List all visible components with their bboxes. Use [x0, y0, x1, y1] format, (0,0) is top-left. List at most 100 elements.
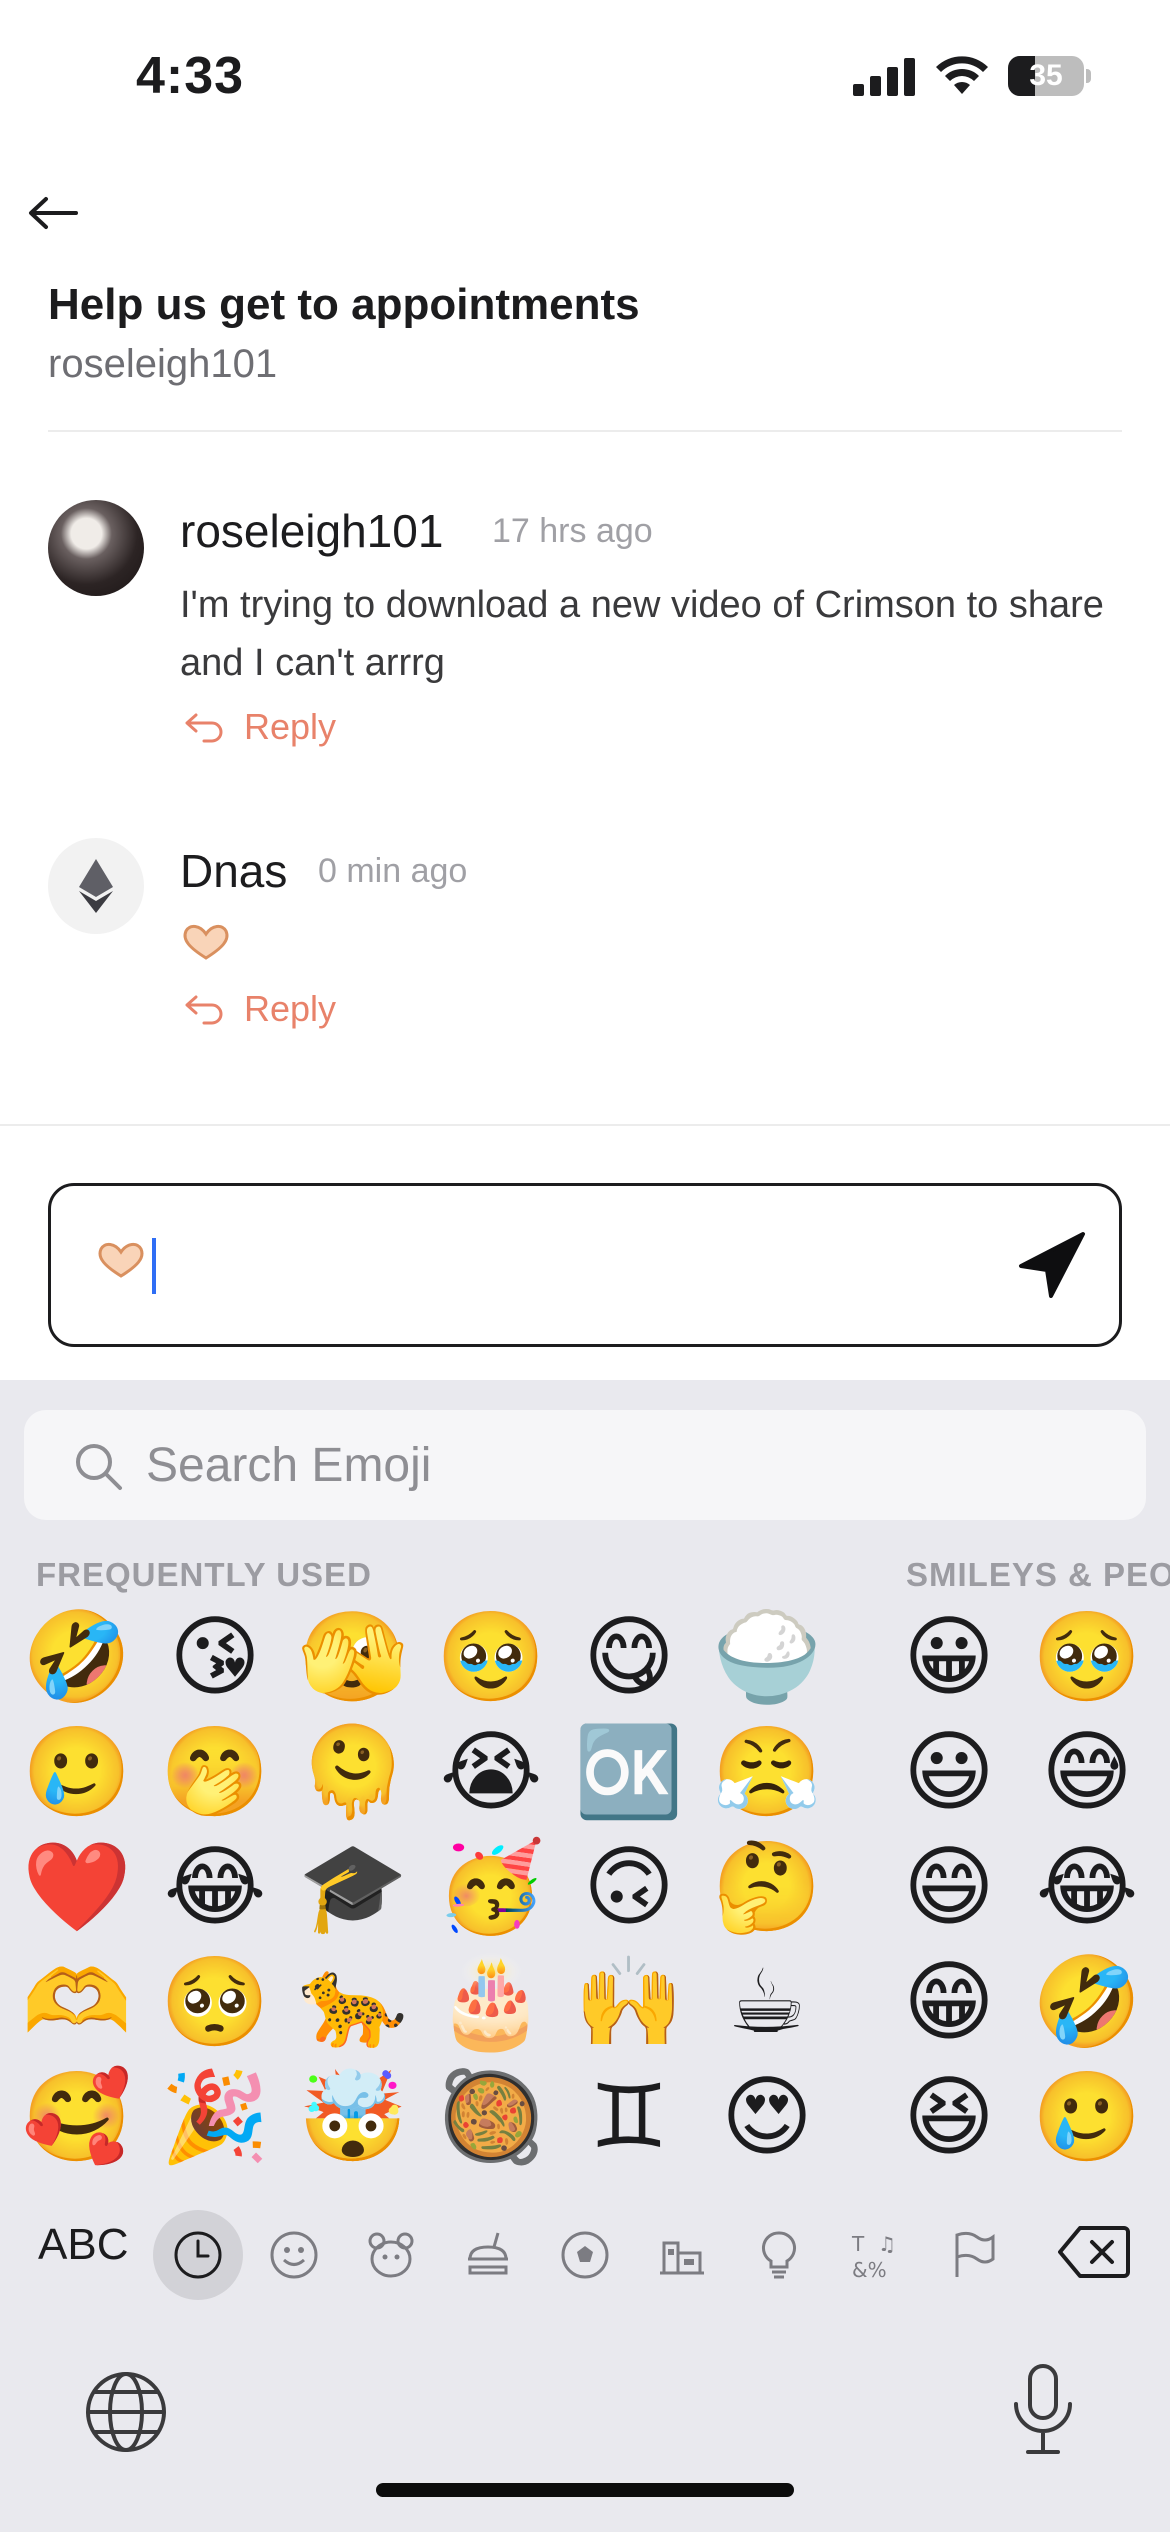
emoji-key[interactable]: 🥳 [436, 1832, 546, 1942]
cellular-signal-icon [853, 58, 915, 96]
text-caret [152, 1238, 156, 1294]
emoji-key[interactable]: 😂 [160, 1832, 270, 1942]
tab-recent[interactable] [153, 2210, 243, 2300]
emoji-grid: 🤣 😘 🫣 🥹 😋 🍚 🥲 🤭 🫠 😭 🆗 😤 ❤️ 😂 🎓 🥳 🙃 🤔 🫶 🥺 🐆 🎂 🙌 ☕ 🥰 🎉 🤯 🥘 ♊ 😍 😀 🥹 😃 😅 😄 😂 😁 🤣 😆… [0, 1602, 1170, 2182]
reply-button[interactable]: Reply [184, 706, 336, 748]
emoji-key[interactable]: 🥹 [1032, 1602, 1142, 1712]
comment-author[interactable]: Dnas [180, 844, 287, 898]
emoji-key[interactable]: 😋 [574, 1602, 684, 1712]
emoji-key[interactable]: 🫶 [22, 1947, 132, 2057]
tab-objects[interactable] [746, 2222, 812, 2288]
emoji-key[interactable]: 🤯 [298, 2062, 408, 2172]
emoji-key[interactable]: 😄 [894, 1832, 1004, 1942]
emoji-key[interactable]: 🎉 [160, 2062, 270, 2172]
post-title: Help us get to appointments [48, 280, 640, 329]
heart-hands-emoji [183, 925, 229, 960]
animal-icon [368, 2232, 414, 2278]
heart-hands-emoji [98, 1243, 144, 1278]
comment-timestamp: 0 min ago [318, 852, 468, 890]
microphone-icon[interactable] [1008, 2364, 1078, 2456]
emoji-key[interactable]: 😃 [894, 1717, 1004, 1827]
emoji-key[interactable]: ♊ [574, 2062, 684, 2172]
svg-text:T: T [851, 2232, 865, 2256]
symbols-icon: T ♫ &% [851, 2232, 896, 2281]
tab-food[interactable] [455, 2222, 521, 2288]
comment-timestamp: 17 hrs ago [492, 512, 653, 550]
section-label-smileys: SMILEYS & PEO [906, 1556, 1170, 1593]
emoji-key[interactable]: 🥲 [1032, 2062, 1142, 2172]
reply-icon [185, 713, 223, 743]
tab-activity[interactable] [552, 2222, 618, 2288]
tab-smileys[interactable] [261, 2222, 327, 2288]
wifi-icon [936, 56, 988, 94]
emoji-key[interactable]: 🤣 [1032, 1947, 1142, 2057]
reply-label: Reply [244, 706, 337, 747]
tab-animals[interactable] [358, 2222, 424, 2288]
svg-text:♫: ♫ [878, 2232, 896, 2256]
emoji-search-field[interactable]: Search Emoji [24, 1410, 1146, 1520]
recent-icon [174, 2231, 222, 2279]
emoji-key[interactable]: 🫣 [298, 1602, 408, 1712]
flags-icon [955, 2231, 995, 2277]
comment-author[interactable]: roseleigh101 [180, 504, 443, 558]
emoji-key[interactable]: 🆗 [574, 1717, 684, 1827]
emoji-key[interactable]: 😆 [894, 2062, 1004, 2172]
post-author[interactable]: roseleigh101 [48, 342, 277, 387]
tab-travel[interactable] [649, 2222, 715, 2288]
ethereum-logo-icon [79, 859, 113, 913]
comment-text: I'm trying to download a new video of Cr… [180, 584, 1104, 684]
objects-icon [761, 2231, 797, 2279]
emoji-key[interactable]: 🍚 [712, 1602, 822, 1712]
tab-symbols[interactable]: T ♫ &% [843, 2222, 909, 2288]
tab-flags[interactable] [940, 2222, 1006, 2288]
send-button[interactable] [1017, 1230, 1087, 1300]
travel-icon [660, 2241, 704, 2275]
delete-key[interactable] [1058, 2224, 1130, 2280]
emoji-key[interactable]: 🎓 [298, 1832, 408, 1942]
comment-input[interactable] [48, 1183, 1122, 1347]
status-bar: 4:33 35 [0, 0, 1170, 150]
reply-label: Reply [244, 988, 337, 1029]
emoji-key[interactable]: 🥺 [160, 1947, 270, 2057]
emoji-key[interactable]: 😤 [712, 1717, 822, 1827]
emoji-key[interactable]: 🤭 [160, 1717, 270, 1827]
emoji-key[interactable]: 😍 [712, 2062, 822, 2172]
back-arrow-icon [29, 197, 78, 229]
emoji-key[interactable]: 🥘 [436, 2062, 546, 2172]
globe-icon[interactable] [84, 2370, 168, 2454]
activity-icon [561, 2231, 609, 2279]
battery-indicator: 35 [1008, 56, 1091, 96]
search-placeholder: Search Emoji [146, 1439, 432, 1492]
status-time: 4:33 [136, 47, 245, 105]
emoji-key[interactable]: 🤔 [712, 1832, 822, 1942]
emoji-key[interactable]: 😘 [160, 1602, 270, 1712]
back-button[interactable] [20, 188, 84, 238]
svg-text:&%: &% [852, 2258, 887, 2281]
emoji-key[interactable]: 🙌 [574, 1947, 684, 2057]
abc-key[interactable]: ABC [38, 2220, 128, 2270]
emoji-key[interactable]: 😂 [1032, 1832, 1142, 1942]
section-label-frequently-used: FREQUENTLY USED [36, 1556, 372, 1593]
avatar[interactable] [48, 838, 144, 934]
emoji-key[interactable]: 😅 [1032, 1717, 1142, 1827]
emoji-key[interactable]: 🥹 [436, 1602, 546, 1712]
emoji-key[interactable]: 🎂 [436, 1947, 546, 2057]
emoji-key[interactable]: 🥲 [22, 1717, 132, 1827]
emoji-key[interactable]: 🥰 [22, 2062, 132, 2172]
emoji-key[interactable]: ❤️ [22, 1832, 132, 1942]
emoji-key[interactable]: 🐆 [298, 1947, 408, 2057]
emoji-key[interactable]: ☕ [712, 1947, 822, 2057]
avatar[interactable] [48, 500, 144, 596]
emoji-key[interactable]: 😭 [436, 1717, 546, 1827]
reply-button[interactable]: Reply [184, 988, 336, 1030]
emoji-key[interactable]: 🫠 [298, 1717, 408, 1827]
smiley-icon [270, 2231, 318, 2279]
food-icon [468, 2232, 508, 2275]
battery-level: 35 [1029, 59, 1063, 92]
emoji-key[interactable]: 🤣 [22, 1602, 132, 1712]
emoji-key[interactable]: 😁 [894, 1947, 1004, 2057]
emoji-key[interactable]: 😀 [894, 1602, 1004, 1712]
emoji-key[interactable]: 🙃 [574, 1832, 684, 1942]
emoji-keyboard: Search Emoji FREQUENTLY USED SMILEYS & P… [0, 1380, 1170, 2532]
home-indicator [376, 2483, 794, 2497]
